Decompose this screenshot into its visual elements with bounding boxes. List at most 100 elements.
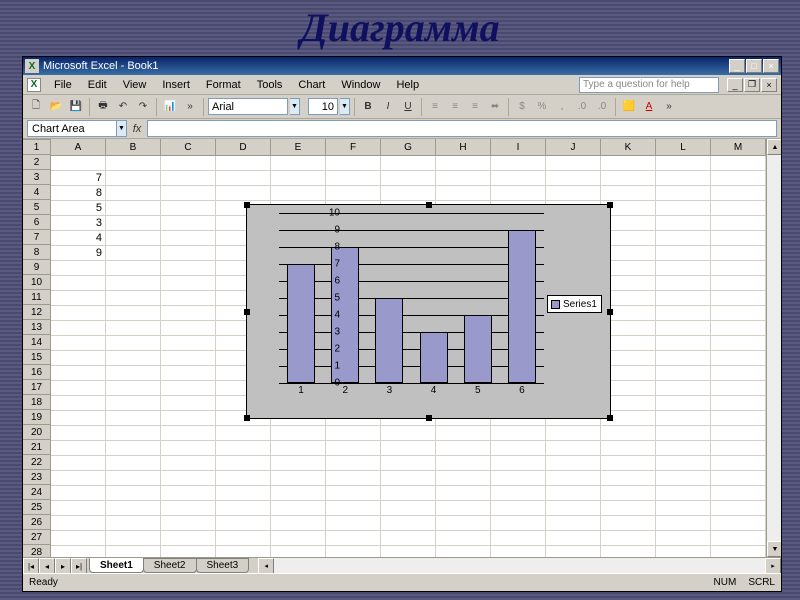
scroll-track[interactable]: [767, 155, 781, 541]
cell[interactable]: [491, 456, 546, 471]
chart-bar[interactable]: [375, 298, 403, 383]
more-formatting-icon[interactable]: »: [660, 98, 678, 116]
cell[interactable]: [656, 156, 711, 171]
cell[interactable]: [656, 456, 711, 471]
cell[interactable]: 8: [51, 186, 106, 201]
cell[interactable]: [601, 441, 656, 456]
cell[interactable]: [546, 486, 601, 501]
cell[interactable]: [601, 156, 656, 171]
chart-legend[interactable]: Series1: [547, 295, 602, 313]
cell[interactable]: [216, 486, 271, 501]
cell[interactable]: [656, 501, 711, 516]
cell[interactable]: [656, 411, 711, 426]
cell[interactable]: [711, 171, 766, 186]
cell[interactable]: [161, 276, 216, 291]
scroll-down-icon[interactable]: ▼: [767, 541, 781, 557]
cell[interactable]: [601, 456, 656, 471]
cell[interactable]: [161, 546, 216, 557]
cell[interactable]: [601, 426, 656, 441]
column-header[interactable]: G: [381, 139, 436, 156]
cell[interactable]: [51, 261, 106, 276]
cell[interactable]: [106, 351, 161, 366]
cell[interactable]: [711, 291, 766, 306]
resize-handle-s[interactable]: [426, 415, 432, 421]
column-header[interactable]: I: [491, 139, 546, 156]
cell[interactable]: [326, 486, 381, 501]
tab-next-icon[interactable]: ▸: [55, 558, 71, 574]
cell[interactable]: [106, 156, 161, 171]
tab-last-icon[interactable]: ▸|: [71, 558, 87, 574]
resize-handle-e[interactable]: [607, 309, 613, 315]
row-header[interactable]: 3: [23, 170, 51, 185]
cell[interactable]: [546, 426, 601, 441]
cell[interactable]: [51, 411, 106, 426]
cell[interactable]: [326, 546, 381, 557]
cell[interactable]: [216, 501, 271, 516]
cell[interactable]: [161, 411, 216, 426]
cell[interactable]: [106, 276, 161, 291]
row-header[interactable]: 25: [23, 500, 51, 515]
cell[interactable]: [106, 411, 161, 426]
cell[interactable]: [161, 291, 216, 306]
column-header[interactable]: H: [436, 139, 491, 156]
cell[interactable]: [51, 486, 106, 501]
row-header[interactable]: 26: [23, 515, 51, 530]
cell[interactable]: [51, 471, 106, 486]
cell[interactable]: [326, 501, 381, 516]
column-header[interactable]: D: [216, 139, 271, 156]
cell[interactable]: [161, 171, 216, 186]
sheet-tab-2[interactable]: Sheet2: [143, 558, 197, 573]
redo-icon[interactable]: ↷: [134, 98, 152, 116]
cell[interactable]: [711, 411, 766, 426]
menu-chart[interactable]: Chart: [291, 77, 332, 93]
cell[interactable]: [601, 516, 656, 531]
doc-close-button[interactable]: ×: [761, 78, 777, 92]
cell[interactable]: [656, 186, 711, 201]
cell[interactable]: [546, 546, 601, 557]
cell[interactable]: [216, 171, 271, 186]
cell[interactable]: [381, 186, 436, 201]
row-header[interactable]: 9: [23, 260, 51, 275]
cell[interactable]: [381, 501, 436, 516]
menu-insert[interactable]: Insert: [155, 77, 197, 93]
cell[interactable]: [51, 321, 106, 336]
cell[interactable]: [271, 516, 326, 531]
cell[interactable]: [436, 471, 491, 486]
cell[interactable]: [711, 201, 766, 216]
cell[interactable]: [711, 231, 766, 246]
row-header[interactable]: 27: [23, 530, 51, 545]
cell[interactable]: [381, 531, 436, 546]
help-search-input[interactable]: Type a question for help: [579, 77, 719, 93]
align-right-icon[interactable]: ≡: [466, 98, 484, 116]
cell[interactable]: [106, 171, 161, 186]
cell[interactable]: [106, 426, 161, 441]
cell[interactable]: [381, 426, 436, 441]
row-header[interactable]: 13: [23, 320, 51, 335]
cell[interactable]: [51, 456, 106, 471]
cell[interactable]: [106, 531, 161, 546]
cell[interactable]: [106, 186, 161, 201]
cell[interactable]: [656, 441, 711, 456]
cell[interactable]: [161, 156, 216, 171]
font-select[interactable]: Arial: [208, 98, 288, 115]
cell[interactable]: [106, 201, 161, 216]
row-header[interactable]: 2: [23, 155, 51, 170]
row-header[interactable]: 14: [23, 335, 51, 350]
scroll-up-icon[interactable]: ▲: [767, 139, 781, 155]
cell[interactable]: [491, 516, 546, 531]
cell[interactable]: [216, 186, 271, 201]
cell[interactable]: [656, 426, 711, 441]
cell[interactable]: [161, 216, 216, 231]
cell[interactable]: [216, 471, 271, 486]
cell[interactable]: [106, 216, 161, 231]
cell[interactable]: [711, 276, 766, 291]
cell[interactable]: [51, 351, 106, 366]
cell[interactable]: [381, 156, 436, 171]
cell[interactable]: [656, 201, 711, 216]
row-header[interactable]: 28: [23, 545, 51, 557]
menu-window[interactable]: Window: [334, 77, 387, 93]
cell[interactable]: [326, 471, 381, 486]
cell[interactable]: [436, 456, 491, 471]
row-header[interactable]: 12: [23, 305, 51, 320]
cell[interactable]: [326, 426, 381, 441]
